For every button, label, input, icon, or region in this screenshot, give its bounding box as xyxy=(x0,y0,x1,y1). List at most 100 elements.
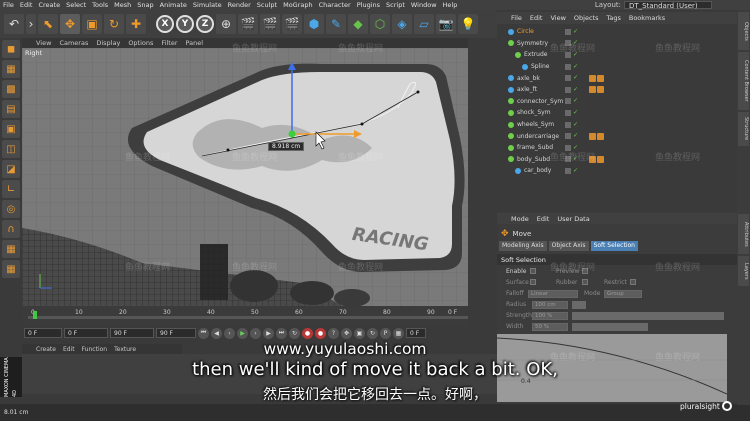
enabled-check-icon[interactable]: ✓ xyxy=(573,75,579,81)
scale-tool-icon[interactable]: ▣ xyxy=(82,14,102,34)
workplane-icon[interactable]: ▤ xyxy=(2,100,20,118)
object-row[interactable]: connector_Sym ✓ xyxy=(497,96,737,108)
visibility-dot-icon[interactable] xyxy=(565,63,571,70)
material-menu-texture[interactable]: Texture xyxy=(114,346,136,353)
object-row[interactable]: axle_ft ✓ xyxy=(497,84,737,96)
object-name[interactable]: Circle xyxy=(517,28,534,35)
enable-checkbox[interactable] xyxy=(530,268,536,274)
attr-menu-user-data[interactable]: User Data xyxy=(557,215,589,223)
rubber-checkbox[interactable] xyxy=(582,279,588,285)
light-icon[interactable]: 💡 xyxy=(458,14,478,34)
object-name[interactable]: frame_Subd xyxy=(517,144,553,151)
tag-icon[interactable] xyxy=(597,86,604,94)
om-menu-bookmarks[interactable]: Bookmarks xyxy=(629,14,665,22)
menu-simulate[interactable]: Simulate xyxy=(193,1,222,9)
timeline-track[interactable] xyxy=(28,316,468,319)
render-settings-icon[interactable]: 🎬 xyxy=(282,14,302,34)
tab-attributes-vertical[interactable]: Attributes xyxy=(738,214,749,254)
viewport-menu-cameras[interactable]: Cameras xyxy=(59,39,88,47)
object-row[interactable]: car_body ✓ xyxy=(497,165,737,177)
visibility-toggles[interactable]: ✓ xyxy=(565,109,579,116)
autokey-icon[interactable]: ● xyxy=(315,327,326,339)
render-picture-viewer-icon[interactable]: 🎬 xyxy=(260,14,280,34)
object-name[interactable]: car_body xyxy=(524,167,551,174)
object-name[interactable]: Spline xyxy=(531,63,549,70)
enabled-check-icon[interactable]: ✓ xyxy=(573,167,579,174)
make-editable-icon[interactable]: ◼ xyxy=(2,40,20,58)
attr-menu-mode[interactable]: Mode xyxy=(511,215,529,223)
enabled-check-icon[interactable]: ✓ xyxy=(573,121,579,128)
tag-icon[interactable] xyxy=(597,155,604,163)
visibility-dot-icon[interactable] xyxy=(565,121,571,128)
viewport-menu-view[interactable]: View xyxy=(36,39,51,47)
z-axis-lock-button[interactable]: Z xyxy=(196,15,214,33)
points-mode-icon[interactable]: ▣ xyxy=(2,120,20,138)
menu-character[interactable]: Character xyxy=(319,1,351,9)
object-name[interactable]: connector_Sym xyxy=(517,98,563,105)
object-row[interactable]: undercarriage ✓ xyxy=(497,130,737,142)
floor-icon[interactable]: ▱ xyxy=(414,14,434,34)
key-scale-icon[interactable]: ▣ xyxy=(354,327,365,339)
key-rotation-icon[interactable]: ↻ xyxy=(367,327,378,339)
visibility-toggles[interactable]: ✓ xyxy=(565,133,579,140)
tag-icon[interactable] xyxy=(597,74,604,82)
prev-frame-icon[interactable]: ‹ xyxy=(224,327,235,339)
viewport-menu-display[interactable]: Display xyxy=(96,39,120,47)
material-menu-edit[interactable]: Edit xyxy=(63,346,75,353)
menu-edit[interactable]: Edit xyxy=(20,1,33,9)
viewport-menu-panel[interactable]: Panel xyxy=(186,39,204,47)
object-tags[interactable] xyxy=(589,132,604,140)
deformer-icon[interactable]: ◈ xyxy=(392,14,412,34)
snap-icon[interactable]: ∩ xyxy=(2,220,20,238)
render-view-icon[interactable]: 🎬 xyxy=(238,14,258,34)
menu-select[interactable]: Select xyxy=(66,1,86,9)
enabled-check-icon[interactable]: ✓ xyxy=(573,109,579,116)
enabled-check-icon[interactable]: ✓ xyxy=(573,98,579,104)
object-row[interactable]: frame_Subd ✓ xyxy=(497,142,737,154)
om-menu-edit[interactable]: Edit xyxy=(530,14,543,22)
loop-icon[interactable]: ↻ xyxy=(289,327,300,339)
object-row[interactable]: Symmetry ✓ xyxy=(497,38,737,50)
layout-selector[interactable]: Layout: DT_Standard (User) xyxy=(595,1,712,10)
record-icon[interactable]: ● xyxy=(302,327,313,339)
object-name[interactable]: body_Subd xyxy=(517,156,550,163)
visibility-dot-icon[interactable] xyxy=(565,109,571,116)
start-frame-field[interactable]: 0 F xyxy=(24,328,62,338)
tag-icon[interactable] xyxy=(597,132,604,140)
y-axis-lock-button[interactable]: Y xyxy=(176,15,194,33)
model-mode-icon[interactable]: ▦ xyxy=(2,60,20,78)
width-slider[interactable] xyxy=(572,323,648,331)
menu-snap[interactable]: Snap xyxy=(137,1,153,9)
radius-slider[interactable] xyxy=(572,301,586,309)
last-tool-icon[interactable]: ✚ xyxy=(126,14,146,34)
menu-create[interactable]: Create xyxy=(38,1,60,9)
go-to-start-icon[interactable]: ⏮ xyxy=(198,327,209,339)
object-name[interactable]: wheels_Sym xyxy=(517,121,554,128)
camera-icon[interactable]: 📷 xyxy=(436,14,456,34)
visibility-dot-icon[interactable] xyxy=(565,133,571,140)
tab-object-axis[interactable]: Object Axis xyxy=(548,241,589,251)
menu-tools[interactable]: Tools xyxy=(92,1,108,9)
menu-mesh[interactable]: Mesh xyxy=(114,1,131,9)
menu-script[interactable]: Script xyxy=(386,1,405,9)
live-selection-icon[interactable]: ⬉ xyxy=(38,14,58,34)
prev-key-icon[interactable]: ◀ xyxy=(211,327,222,339)
width-field[interactable]: 50 % xyxy=(532,323,568,331)
menu-help[interactable]: Help xyxy=(443,1,458,9)
visibility-toggles[interactable]: ✓ xyxy=(565,28,579,35)
tab-objects-vertical[interactable]: Objects xyxy=(738,12,749,50)
object-row[interactable]: body_Subd ✓ xyxy=(497,154,737,166)
attr-menu-edit[interactable]: Edit xyxy=(537,215,550,223)
keyframe-selection-icon[interactable]: ? xyxy=(328,327,339,339)
viewport-menu-filter[interactable]: Filter xyxy=(161,39,177,47)
menu-sculpt[interactable]: Sculpt xyxy=(257,1,277,9)
key-position-icon[interactable]: ✥ xyxy=(341,327,352,339)
tag-icon[interactable] xyxy=(589,74,596,82)
om-menu-view[interactable]: View xyxy=(550,14,565,22)
key-pla-icon[interactable]: ▦ xyxy=(393,327,404,339)
menu-mograph[interactable]: MoGraph xyxy=(283,1,313,9)
strength-field[interactable]: 100 % xyxy=(532,312,568,320)
enabled-check-icon[interactable]: ✓ xyxy=(573,133,579,139)
om-menu-tags[interactable]: Tags xyxy=(606,14,620,22)
mode-dropdown[interactable]: Group xyxy=(604,290,642,298)
